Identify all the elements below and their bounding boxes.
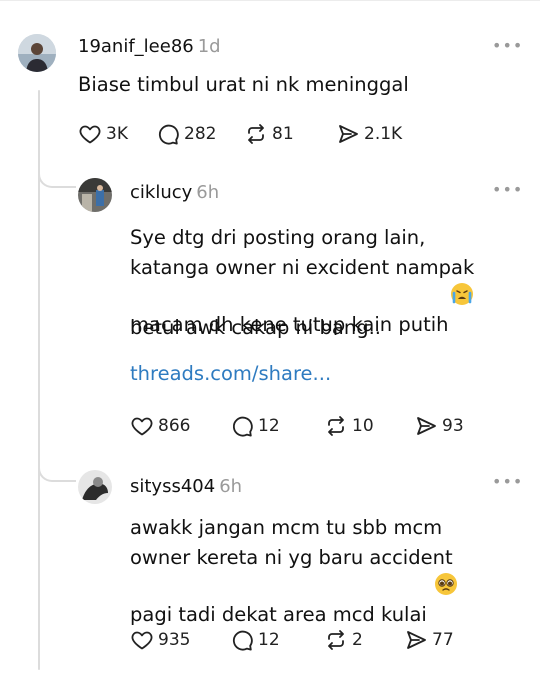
- like-count: 3K: [106, 124, 128, 144]
- username[interactable]: sityss404: [130, 476, 215, 497]
- repost-count: 10: [352, 416, 374, 436]
- username[interactable]: ciklucy: [130, 182, 192, 203]
- like-count: 866: [158, 416, 191, 436]
- repost-button[interactable]: 2: [324, 628, 404, 652]
- post-text: awakk jangan mcm tu sbb mcm owner kereta…: [130, 513, 458, 630]
- repost-button[interactable]: 10: [324, 414, 414, 438]
- top-divider: [0, 0, 540, 1]
- comment-count: 12: [258, 630, 280, 650]
- heart-icon: [130, 628, 154, 652]
- repost-icon: [324, 628, 348, 652]
- comment-button[interactable]: 12: [230, 414, 324, 438]
- repost-count: 81: [272, 124, 294, 144]
- post-text-main: awakk jangan mcm tu sbb mcm owner kereta…: [130, 516, 453, 626]
- timestamp: 1d: [197, 36, 221, 57]
- like-button[interactable]: 3K: [78, 122, 156, 146]
- repost-button[interactable]: 81: [244, 122, 336, 146]
- comment-count: 12: [258, 416, 280, 436]
- pleading-face-emoji: [435, 573, 458, 595]
- share-icon: [336, 122, 360, 146]
- share-button[interactable]: 2.1K: [336, 122, 402, 146]
- post-text: Biase timbul urat ni nk meninggal: [78, 73, 409, 96]
- post-actions: 866 12 10 93: [130, 414, 464, 438]
- username[interactable]: 19anif_lee86: [78, 36, 194, 57]
- shared-link[interactable]: threads.com/share...: [130, 362, 331, 385]
- share-icon: [404, 628, 428, 652]
- comment-icon: [156, 122, 180, 146]
- timestamp: 6h: [219, 476, 243, 497]
- comment-button[interactable]: 12: [230, 628, 324, 652]
- heart-icon: [130, 414, 154, 438]
- like-button[interactable]: 866: [130, 414, 230, 438]
- avatar[interactable]: [78, 470, 112, 504]
- post-text-line: betul awk cakap ni bang..: [130, 316, 381, 339]
- more-options-icon[interactable]: •••: [492, 36, 523, 55]
- more-options-icon[interactable]: •••: [492, 180, 523, 199]
- share-count: 2.1K: [364, 124, 403, 144]
- thread-branch-line: [38, 452, 76, 482]
- share-icon: [414, 414, 438, 438]
- repost-icon: [244, 122, 268, 146]
- share-button[interactable]: 93: [414, 414, 464, 438]
- repost-count: 2: [352, 630, 363, 650]
- post-actions: 3K 282 81 2.1K: [78, 122, 402, 146]
- avatar[interactable]: [78, 178, 112, 212]
- share-count: 93: [442, 416, 464, 436]
- timestamp: 6h: [196, 182, 220, 203]
- post-actions: 935 12 2 77: [130, 628, 454, 652]
- crying-face-emoji: [450, 283, 473, 305]
- comment-count: 282: [184, 124, 217, 144]
- comment-icon: [230, 414, 254, 438]
- repost-icon: [324, 414, 348, 438]
- heart-icon: [78, 122, 102, 146]
- avatar[interactable]: [18, 34, 56, 72]
- more-options-icon[interactable]: •••: [492, 472, 523, 491]
- thread-branch-line: [38, 158, 76, 188]
- like-count: 935: [158, 630, 191, 650]
- like-button[interactable]: 935: [130, 628, 230, 652]
- comment-button[interactable]: 282: [156, 122, 244, 146]
- comment-icon: [230, 628, 254, 652]
- share-button[interactable]: 77: [404, 628, 454, 652]
- share-count: 77: [432, 630, 454, 650]
